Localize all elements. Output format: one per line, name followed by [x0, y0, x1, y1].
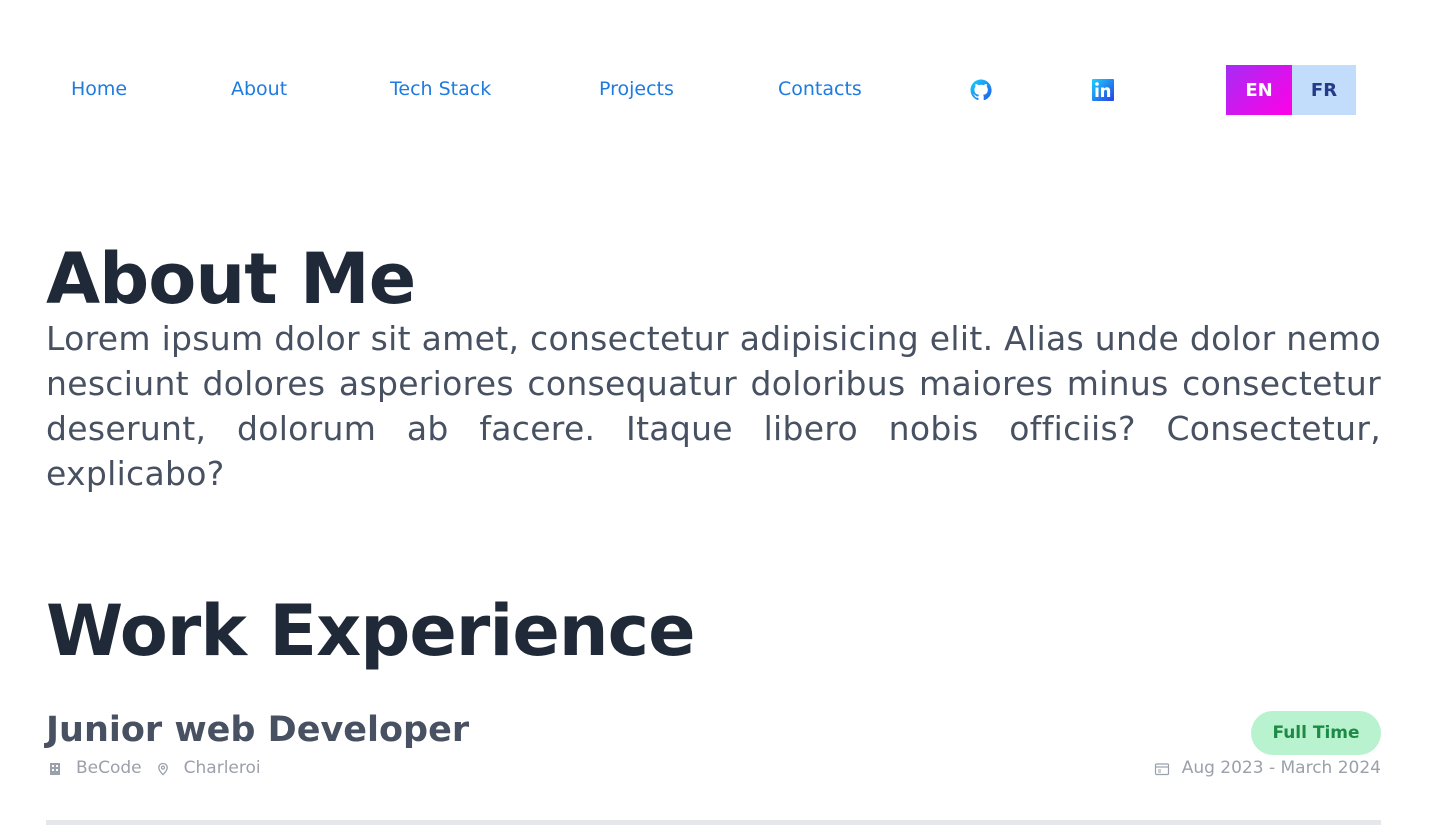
- nav-link-tech-stack[interactable]: Tech Stack: [390, 78, 491, 100]
- job-location: Charleroi: [183, 758, 261, 778]
- job-meta: BeCode Charleroi: [48, 758, 275, 778]
- job-title: Junior web Developer: [46, 710, 470, 750]
- top-navigation: Home About Tech Stack Projects Contacts: [0, 0, 1452, 180]
- work-experience-heading: Work Experience: [46, 590, 696, 672]
- location-pin-icon: [156, 761, 170, 776]
- language-en-button[interactable]: EN: [1226, 65, 1292, 115]
- calendar-icon: [1154, 761, 1170, 776]
- nav-link-projects[interactable]: Projects: [599, 78, 674, 100]
- job-date-range: Aug 2023 - March 2024: [1181, 758, 1381, 778]
- nav-link-home[interactable]: Home: [71, 78, 127, 100]
- nav-link-about[interactable]: About: [231, 78, 287, 100]
- nav-link-contacts[interactable]: Contacts: [778, 78, 862, 100]
- job-company: BeCode: [76, 758, 142, 778]
- language-switcher: EN FR: [1226, 65, 1356, 115]
- job-dates: Aug 2023 - March 2024: [1154, 758, 1381, 778]
- job-type-badge: Full Time: [1251, 711, 1381, 755]
- linkedin-icon[interactable]: [1091, 78, 1115, 102]
- section-divider: [46, 820, 1381, 825]
- github-icon[interactable]: [969, 78, 993, 102]
- language-fr-button[interactable]: FR: [1292, 65, 1356, 115]
- about-heading: About Me: [46, 238, 416, 320]
- building-icon: [48, 761, 62, 775]
- about-paragraph: Lorem ipsum dolor sit amet, consectetur …: [46, 319, 1381, 493]
